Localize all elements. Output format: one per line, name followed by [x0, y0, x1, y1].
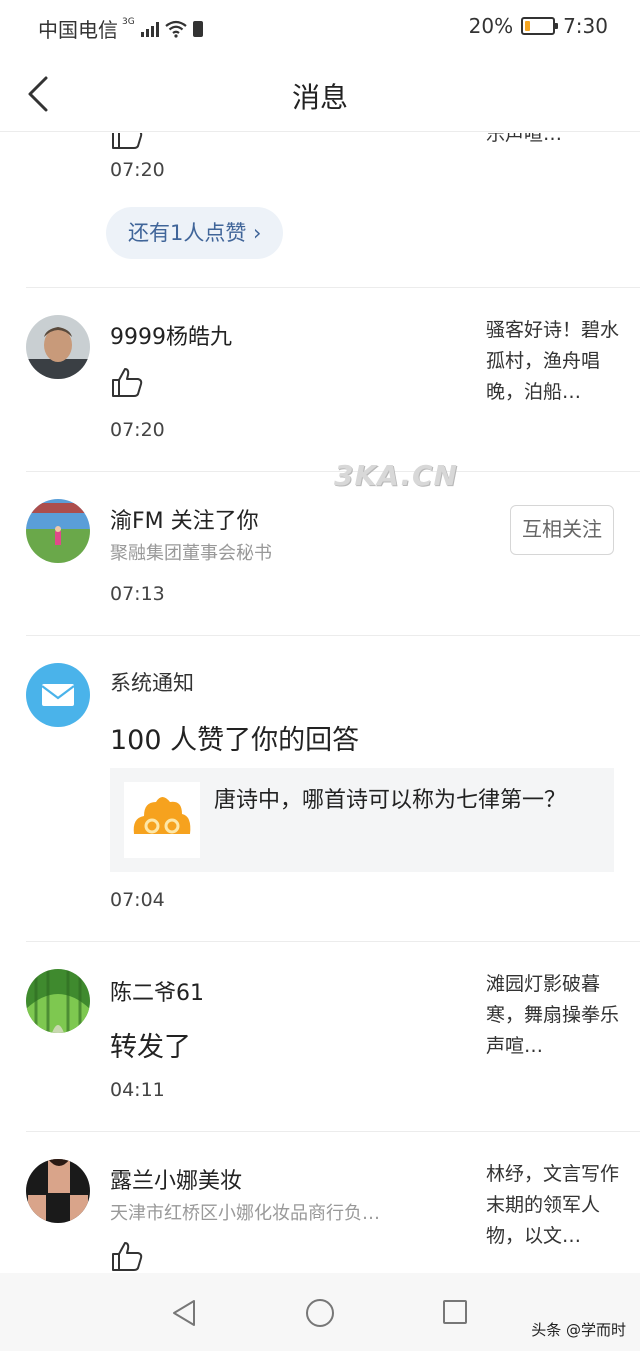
- timestamp: 07:20: [110, 159, 165, 181]
- status-bar: 中国电信 3G 20% 7:30: [0, 0, 640, 54]
- header: 消息: [0, 54, 640, 132]
- avatar[interactable]: [26, 315, 90, 379]
- mail-icon: [41, 684, 75, 706]
- user-name[interactable]: 9999杨皓九: [110, 319, 232, 351]
- signal-icon: [140, 21, 159, 37]
- network-type-label: 3G: [122, 16, 135, 27]
- notification-message: 100 人赞了你的回答: [110, 725, 360, 756]
- avatar[interactable]: [26, 969, 90, 1033]
- system-navigation-bar: 头条 @学而时: [0, 1273, 640, 1351]
- comment-snippet[interactable]: 林纾，文言写作末期的领军人物，以文…: [486, 1159, 620, 1252]
- clock: 7:30: [563, 14, 608, 38]
- timestamp: 07:13: [110, 583, 165, 605]
- nav-back-icon[interactable]: [170, 1299, 198, 1327]
- more-likes-button[interactable]: 还有1人点赞 ›: [106, 207, 284, 259]
- thumbs-up-icon: [112, 368, 143, 397]
- comment-snippet[interactable]: 骚客好诗！碧水孤村，渔舟唱晚，泊船…: [486, 315, 620, 408]
- wifi-icon: [165, 20, 187, 38]
- battery-percent: 20%: [468, 14, 514, 38]
- user-name[interactable]: 露兰小娜美妆: [110, 1163, 242, 1195]
- question-card[interactable]: 唐诗中，哪首诗可以称为七律第一？: [110, 768, 614, 872]
- user-name[interactable]: 渝FM 关注了你: [110, 503, 259, 535]
- timestamp: 07:04: [110, 889, 165, 911]
- divider: [26, 471, 640, 472]
- user-subtitle: 聚融集团董事会秘书: [110, 543, 272, 564]
- divider: [26, 1131, 640, 1132]
- sender-name: 系统通知: [110, 671, 194, 695]
- avatar[interactable]: [26, 499, 90, 563]
- notification-icon: [192, 20, 203, 37]
- source-credit: 头条 @学而时: [531, 1321, 626, 1339]
- question-thumbnail: [124, 782, 200, 858]
- thumbs-up-icon: [112, 1242, 143, 1271]
- battery-icon: [521, 17, 559, 35]
- user-subtitle: 天津市红桥区小娜化妆品商行负…: [110, 1203, 380, 1224]
- thumbs-up-icon: [112, 133, 143, 149]
- question-title: 唐诗中，哪首诗可以称为七律第一？: [214, 788, 567, 813]
- avatar: [26, 663, 90, 727]
- avatar[interactable]: [26, 1159, 90, 1223]
- page-title: 消息: [291, 81, 348, 114]
- divider: [26, 287, 640, 288]
- carrier-label: 中国电信: [38, 18, 118, 42]
- nav-home-icon[interactable]: [306, 1299, 334, 1327]
- divider: [26, 635, 640, 636]
- user-name[interactable]: 陈二爷61: [110, 975, 204, 1007]
- timestamp: 07:20: [110, 419, 165, 441]
- divider: [26, 941, 640, 942]
- action-text: 转发了: [110, 1032, 191, 1063]
- follow-back-button[interactable]: 互相关注: [510, 505, 614, 555]
- message-list[interactable]: 乐声喧… 07:20 还有1人点赞 › 9999杨皓九 07:20 骚客好诗！碧…: [0, 133, 640, 1273]
- nav-recents-icon[interactable]: [443, 1300, 467, 1324]
- comment-snippet: 乐声喧…: [486, 133, 563, 145]
- battery-level: [525, 21, 531, 31]
- watermark: 3KA.CN: [334, 459, 458, 492]
- golden-cloud-icon: [133, 797, 191, 834]
- comment-snippet[interactable]: 滩园灯影破暮寒，舞扇操拳乐声喧…: [486, 969, 620, 1062]
- timestamp: 04:11: [110, 1079, 165, 1101]
